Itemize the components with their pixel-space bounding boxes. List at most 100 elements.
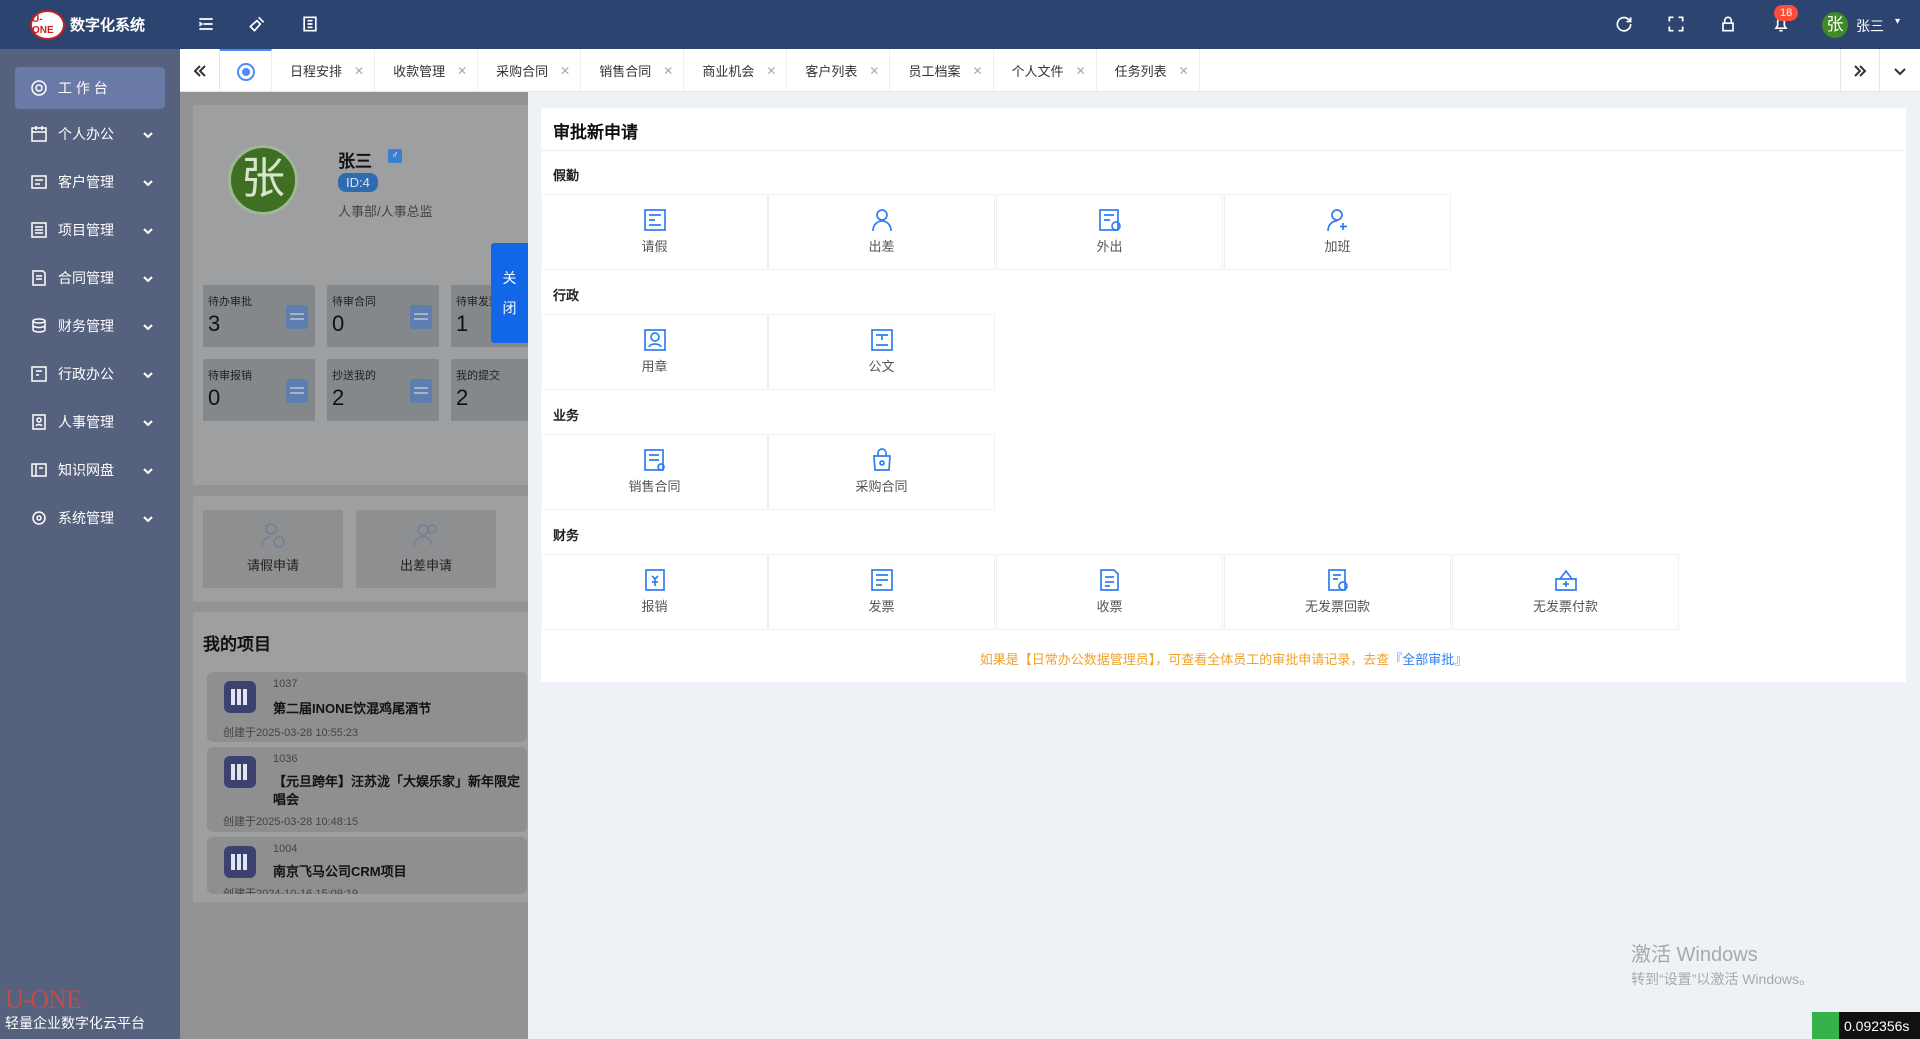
app-logo[interactable]: U-ONE 数字化系统 — [30, 8, 145, 41]
app-no-invoice-payment-received[interactable]: 无发票回款 — [1224, 554, 1451, 630]
quick-trip-button[interactable]: 出差申请 — [356, 510, 496, 588]
my-projects-card: 我的项目 1037 第二届INONE饮混鸡尾酒节 创建于2025-03-28 1… — [193, 612, 528, 902]
top-bar: U-ONE 数字化系统 18 张 张三 ▾ — [0, 0, 1920, 49]
clean-cache-icon[interactable] — [245, 12, 269, 36]
sidebar-item-project[interactable]: 项目管理 — [15, 209, 165, 251]
user-name[interactable]: 张三 — [1856, 16, 1884, 36]
app-receive-invoice[interactable]: 收票 — [996, 554, 1223, 630]
section-title: 假勤 — [553, 168, 580, 183]
debug-icon — [1812, 1012, 1839, 1039]
close-icon[interactable]: ✕ — [457, 64, 467, 78]
user-travel-icon — [869, 207, 895, 233]
close-icon[interactable]: ✕ — [972, 64, 982, 78]
tab-receipt[interactable]: 收款管理 ✕ — [375, 49, 479, 92]
lock-icon[interactable] — [1716, 12, 1740, 36]
chevron-down-icon[interactable]: ▾ — [1895, 16, 1900, 27]
close-drawer-button[interactable]: 关 闭 — [491, 243, 528, 343]
refresh-icon[interactable] — [1612, 12, 1636, 36]
quick-actions-card: 请假申请 出差申请 — [193, 496, 528, 602]
stat-cc-me[interactable]: 抄送我的 2 — [327, 359, 439, 421]
sidebar-item-customer[interactable]: 客户管理 — [15, 161, 165, 203]
user-plus-icon — [1325, 207, 1351, 233]
panel-title: 审批新申请 — [553, 123, 638, 142]
chevron-down-icon — [143, 463, 153, 475]
notebook-icon[interactable] — [298, 12, 322, 36]
no-invoice-receipt-icon — [1325, 567, 1351, 593]
sidebar-item-settings[interactable]: 系统管理 — [15, 497, 165, 539]
tab-label: 个人文件 — [1011, 64, 1064, 79]
calendar-icon — [286, 305, 308, 329]
app-title: 数字化系统 — [70, 17, 146, 34]
all-approvals-link[interactable]: 『全部审批』 — [1389, 652, 1467, 667]
tab-personal-files[interactable]: 个人文件 ✕ — [994, 49, 1097, 92]
quick-leave-button[interactable]: 请假申请 — [203, 510, 343, 588]
tab-schedule[interactable]: 日程安排 ✕ — [272, 49, 376, 92]
tabs-menu-chevron-icon[interactable] — [1880, 49, 1920, 92]
tab-purchase-contract[interactable]: 采购合同 ✕ — [478, 49, 582, 92]
user-avatar[interactable]: 张 — [1822, 12, 1848, 38]
sidebar-item-finance[interactable]: 财务管理 — [15, 305, 165, 347]
close-icon[interactable]: ✕ — [560, 64, 570, 78]
sidebar-item-workbench[interactable]: 工 作 台 — [15, 67, 165, 109]
project-item[interactable]: 1037 第二届INONE饮混鸡尾酒节 创建于2025-03-28 10:55:… — [207, 672, 527, 742]
logo-mark: U-ONE — [30, 9, 65, 40]
admin-note: 如果是【日常办公数据管理员】，可查看全体员工的审批申请记录，去查『全部审批』 — [541, 649, 1906, 668]
close-icon[interactable]: ✕ — [1179, 64, 1189, 78]
sidebar-item-personal[interactable]: 个人办公 — [15, 113, 165, 155]
app-no-invoice-payment[interactable]: 无发票付款 — [1452, 554, 1679, 630]
app-label: 公文 — [868, 359, 895, 374]
tabs-scroll-left-icon[interactable] — [180, 49, 220, 92]
stat-pending-expense[interactable]: 待审报销 0 — [203, 359, 315, 421]
close-icon[interactable]: ✕ — [766, 64, 776, 78]
approval-panel: 审批新申请 假勤 请假 出差 外出 加班 行政 用章 公文 业务 销售合同 采购… — [541, 108, 1906, 682]
tab-task-list[interactable]: 任务列表 ✕ — [1097, 49, 1200, 92]
tab-label: 客户列表 — [805, 64, 858, 79]
profile-card: 张 张三 ♂ ID:4 人事部/人事总监 待办审批 3 待审合同 0 待审发票 1 待… — [193, 105, 563, 485]
sidebar-item-hr[interactable]: 人事管理 — [15, 401, 165, 443]
hr-icon — [30, 413, 48, 431]
close-icon[interactable]: ✕ — [869, 64, 879, 78]
tab-employee[interactable]: 员工档案 ✕ — [890, 49, 994, 92]
app-label: 加班 — [1324, 239, 1351, 254]
stat-pending-approval[interactable]: 待办审批 3 — [203, 285, 315, 347]
expense-icon — [642, 567, 668, 593]
profile-name: 张三 — [338, 152, 372, 171]
app-invoice[interactable]: 发票 — [768, 554, 995, 630]
app-label: 出差 — [868, 239, 895, 254]
project-item[interactable]: 1004 南京飞马公司CRM项目 创建于2024-10-16 15:09:19 — [207, 837, 527, 894]
sidebar-item-disk[interactable]: 知识网盘 — [15, 449, 165, 491]
close-icon[interactable]: ✕ — [354, 64, 364, 78]
tabs-scroll-right-icon[interactable] — [1840, 49, 1880, 92]
tab-customer-list[interactable]: 客户列表 ✕ — [787, 49, 891, 92]
notification-badge: 18 — [1774, 5, 1799, 21]
debug-timer: 0.092356s — [1812, 1012, 1920, 1039]
app-go-out[interactable]: 外出 — [996, 194, 1223, 270]
sidebar-item-contract[interactable]: 合同管理 — [15, 257, 165, 299]
tab-home[interactable] — [220, 49, 272, 92]
tab-opportunity[interactable]: 商业机会 ✕ — [684, 49, 788, 92]
stat-pending-contract[interactable]: 待审合同 0 — [327, 285, 439, 347]
app-seal[interactable]: 用章 — [541, 314, 768, 390]
sidebar-item-admin[interactable]: 行政办公 — [15, 353, 165, 395]
app-business-trip[interactable]: 出差 — [768, 194, 995, 270]
close-icon[interactable]: ✕ — [1076, 64, 1086, 78]
fullscreen-icon[interactable] — [1664, 12, 1688, 36]
app-expense[interactable]: 报销 — [541, 554, 768, 630]
profile-avatar: 张 — [228, 145, 298, 215]
timer-value: 0.092356s — [1844, 1017, 1910, 1034]
tab-sales-contract[interactable]: 销售合同 ✕ — [581, 49, 685, 92]
app-label: 无发票付款 — [1532, 599, 1598, 614]
payment-box-icon — [1553, 567, 1579, 593]
app-overtime[interactable]: 加班 — [1224, 194, 1451, 270]
app-document[interactable]: 公文 — [768, 314, 995, 390]
app-leave[interactable]: 请假 — [541, 194, 768, 270]
menu-toggle-icon[interactable] — [194, 12, 218, 36]
app-sales-contract[interactable]: 销售合同 — [541, 434, 768, 510]
contract-icon — [30, 269, 48, 287]
project-item[interactable]: 1036 【元旦跨年】汪苏泷「大娱乐家」新年限定 唱会 创建于2025-03-2… — [207, 747, 527, 832]
sidebar-item-label: 项目管理 — [58, 222, 114, 238]
close-icon[interactable]: ✕ — [663, 64, 673, 78]
stat-value: 1 — [456, 311, 469, 336]
app-purchase-contract[interactable]: 采购合同 — [768, 434, 995, 510]
sidebar-item-label: 客户管理 — [58, 174, 114, 190]
